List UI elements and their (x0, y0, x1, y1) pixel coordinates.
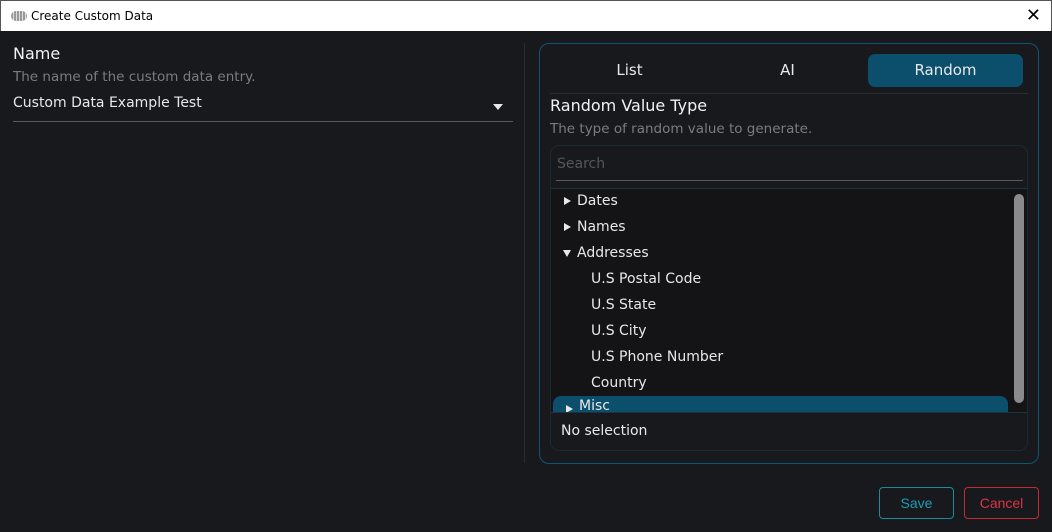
tab-list[interactable]: List (552, 54, 707, 87)
chevron-down-icon (493, 104, 503, 110)
search-input[interactable]: Search (556, 150, 1023, 181)
name-description: The name of the custom data entry. (13, 69, 256, 85)
name-value: Custom Data Example Test (13, 95, 202, 111)
tree-list: Dates Names Addresses U.S Postal Code U.… (551, 188, 1027, 413)
divider (524, 43, 525, 463)
cancel-button[interactable]: Cancel (964, 487, 1039, 519)
caret-right-icon (566, 405, 573, 412)
random-type-label: Random Value Type (550, 96, 708, 115)
close-icon[interactable]: ✕ (1026, 5, 1041, 26)
tab-divider (550, 93, 1028, 94)
scrollbar[interactable] (1014, 194, 1024, 403)
tree-item-us-city[interactable]: U.S City (551, 318, 1006, 344)
app-icon (11, 11, 27, 21)
window-title: Create Custom Data (31, 9, 154, 23)
random-type-tree: Search Dates Names Addresses U.S Postal … (550, 145, 1028, 451)
tab-random[interactable]: Random (868, 54, 1023, 87)
tree-item-country[interactable]: Country (551, 370, 1006, 396)
random-type-description: The type of random value to generate. (550, 121, 813, 137)
title-bar: Create Custom Data ✕ (0, 0, 1052, 31)
caret-right-icon (564, 223, 571, 231)
tree-item-addresses[interactable]: Addresses (551, 240, 1006, 266)
tree-item-misc[interactable]: Misc (553, 396, 1008, 412)
name-label: Name (13, 44, 61, 63)
tree-item-us-phone-number[interactable]: U.S Phone Number (551, 344, 1006, 370)
tab-ai[interactable]: AI (710, 54, 865, 87)
selection-status: No selection (561, 423, 648, 439)
tree-item-us-state[interactable]: U.S State (551, 292, 1006, 318)
caret-right-icon (564, 197, 571, 205)
tree-item-names[interactable]: Names (551, 214, 1006, 240)
tree-item-dates[interactable]: Dates (551, 189, 1006, 214)
caret-down-icon (563, 250, 571, 257)
name-dropdown[interactable]: Custom Data Example Test (13, 95, 513, 122)
tree-item-us-postal-code[interactable]: U.S Postal Code (551, 266, 1006, 292)
save-button[interactable]: Save (879, 487, 954, 519)
